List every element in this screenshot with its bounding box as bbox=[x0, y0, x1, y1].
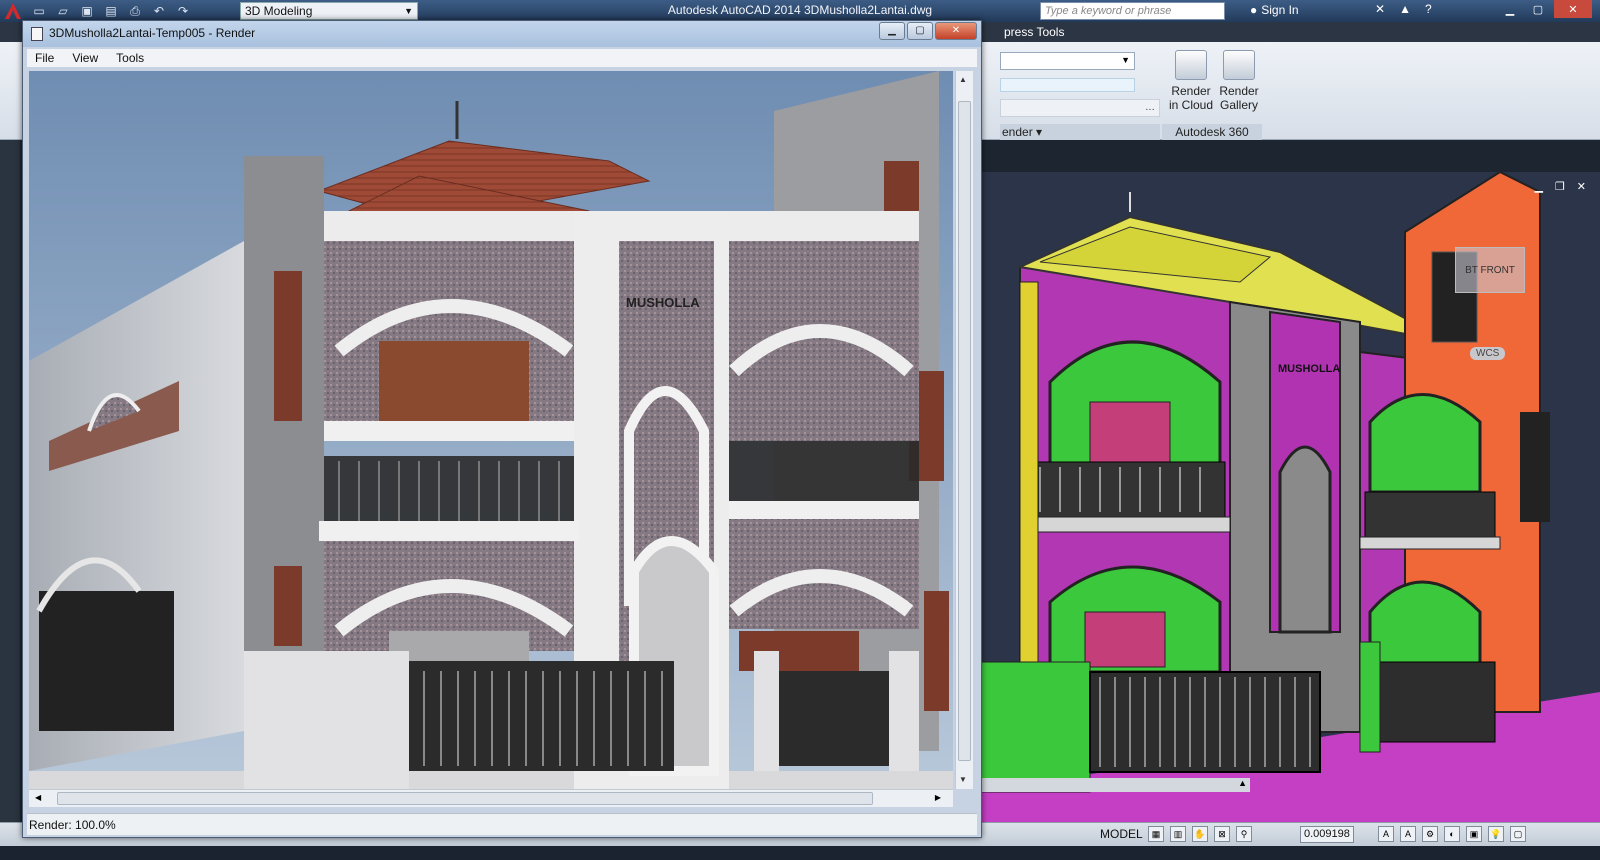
viewport-scroll-widget[interactable]: ▲ bbox=[980, 778, 1250, 792]
chevron-down-icon: ▼ bbox=[404, 6, 413, 16]
viewport-sign-text: MUSHOLLA bbox=[1278, 363, 1340, 375]
render-in-cloud-label: Render in Cloud bbox=[1168, 84, 1214, 112]
horizontal-scroll-thumb[interactable] bbox=[57, 792, 873, 805]
scroll-left-icon[interactable]: ◀ bbox=[35, 793, 41, 802]
render-progress-text: Render: 100.0% bbox=[29, 818, 116, 832]
render-window[interactable]: 3DMusholla2Lantai-Temp005 - Render ▁ ▢ ✕… bbox=[22, 20, 982, 838]
lock-icon[interactable]: ⊠ bbox=[1214, 826, 1230, 842]
drawing-viewport[interactable]: MUSHOLLA ▁ ❐ ✕ BT FRONT WCS bbox=[980, 172, 1600, 822]
teapot-cloud-icon bbox=[1175, 50, 1207, 80]
left-edge bbox=[0, 140, 20, 830]
autocad-logo-icon[interactable] bbox=[4, 2, 22, 20]
workspace-value: 3D Modeling bbox=[245, 4, 313, 18]
clean-screen-icon[interactable]: ▢ bbox=[1510, 826, 1526, 842]
sign-in-button[interactable]: ● Sign In bbox=[1250, 3, 1299, 17]
browse-icon[interactable]: … bbox=[1145, 102, 1155, 113]
render-preset-select[interactable]: ▼ bbox=[1000, 52, 1135, 70]
annotation-icon[interactable]: ⚲ bbox=[1236, 826, 1252, 842]
open-file-icon[interactable]: ▱ bbox=[54, 2, 72, 20]
viewcube-face-label: FRONT bbox=[1480, 265, 1515, 276]
save-icon[interactable]: ▣ bbox=[78, 2, 96, 20]
render-gallery-label: Render Gallery bbox=[1219, 84, 1259, 112]
close-icon[interactable]: ✕ bbox=[1577, 180, 1586, 193]
menu-view[interactable]: View bbox=[72, 49, 98, 67]
isolate-objects-icon[interactable]: 💡 bbox=[1488, 826, 1504, 842]
user-icon: ● bbox=[1250, 3, 1258, 17]
annotation-scale-display[interactable]: 0.009198 bbox=[1300, 826, 1354, 843]
render-panel-label: ender bbox=[1002, 125, 1033, 139]
chevron-down-icon: ▾ bbox=[1036, 125, 1043, 139]
workspace-select[interactable]: 3D Modeling ▼ bbox=[240, 2, 418, 20]
app-window-controls: ▁ ▢ ✕ bbox=[1498, 0, 1592, 18]
restore-icon[interactable]: ❐ bbox=[1555, 180, 1565, 193]
render-window-status-bar: Render: 100.0% bbox=[27, 813, 977, 835]
minimize-icon[interactable]: ▁ bbox=[1498, 0, 1522, 18]
redo-icon[interactable]: ↷ bbox=[174, 2, 192, 20]
save-as-icon[interactable]: ▤ bbox=[102, 2, 120, 20]
quick-access-toolbar: ▭ ▱ ▣ ▤ ⎙ ↶ ↷ bbox=[30, 2, 192, 20]
vertical-scroll-thumb[interactable] bbox=[958, 101, 971, 761]
menu-tools[interactable]: Tools bbox=[116, 49, 144, 67]
render-gallery-button[interactable]: Render Gallery bbox=[1213, 50, 1265, 112]
horizontal-scrollbar[interactable]: ◀ ▶ bbox=[29, 789, 953, 807]
toolbar-lock-icon[interactable]: ◐ bbox=[1444, 826, 1460, 842]
chevron-up-icon: ▲ bbox=[1238, 778, 1247, 788]
annotation-visibility-icon[interactable]: A bbox=[1378, 826, 1394, 842]
help-icon[interactable]: ? bbox=[1425, 2, 1432, 16]
rendered-image: MUSHOLLA bbox=[29, 71, 953, 789]
document-icon bbox=[31, 27, 43, 41]
render-window-controls: ▁ ▢ ✕ bbox=[879, 22, 977, 40]
desktop-edge bbox=[0, 846, 1600, 860]
new-file-icon[interactable]: ▭ bbox=[30, 2, 48, 20]
render-panel-title[interactable]: ender ▾ bbox=[1000, 124, 1160, 140]
render-in-cloud-button[interactable]: Render in Cloud bbox=[1165, 50, 1217, 112]
close-icon[interactable]: ✕ bbox=[1554, 0, 1592, 18]
app-title-bar: ▭ ▱ ▣ ▤ ⎙ ↶ ↷ 3D Modeling ▼ Autodesk Aut… bbox=[0, 0, 1600, 22]
sign-in-label: Sign In bbox=[1261, 3, 1299, 17]
scroll-down-icon[interactable]: ▼ bbox=[959, 775, 967, 784]
minimize-icon[interactable]: ▁ bbox=[879, 22, 905, 40]
viewport-controls: ▁ ❐ ✕ bbox=[1534, 180, 1586, 193]
undo-icon[interactable]: ↶ bbox=[150, 2, 168, 20]
tab-express-tools[interactable]: press Tools bbox=[1004, 25, 1064, 39]
maximize-icon[interactable]: ▢ bbox=[907, 22, 933, 40]
chevron-down-icon: ▼ bbox=[1121, 55, 1130, 65]
autodesk-360-panel-title: Autodesk 360 bbox=[1162, 124, 1262, 140]
print-icon[interactable]: ⎙ bbox=[126, 2, 144, 20]
rendered-building: MUSHOLLA bbox=[29, 71, 953, 789]
minimize-icon[interactable]: ▁ bbox=[1534, 180, 1542, 193]
render-window-menu-bar: File View Tools bbox=[27, 49, 977, 67]
wcs-menu[interactable]: WCS bbox=[1470, 347, 1506, 360]
menu-file[interactable]: File bbox=[35, 49, 54, 67]
status-tray: A A ⚙ ◐ ▣ 💡 ▢ bbox=[1378, 826, 1526, 842]
render-output-path-field[interactable]: … bbox=[1000, 99, 1160, 117]
render-window-title: 3DMusholla2Lantai-Temp005 - Render bbox=[49, 26, 256, 40]
viewcube[interactable]: BT FRONT bbox=[1455, 247, 1525, 293]
autodesk-360-icon[interactable]: ▲ bbox=[1399, 2, 1411, 16]
viewcube-side-label: BT bbox=[1465, 265, 1478, 276]
auto-scale-icon[interactable]: A bbox=[1400, 826, 1416, 842]
scroll-up-icon[interactable]: ▲ bbox=[959, 75, 967, 84]
vertical-scrollbar[interactable]: ▲ ▼ bbox=[955, 71, 973, 789]
render-output-field[interactable] bbox=[1000, 78, 1135, 92]
musholla-sign: MUSHOLLA bbox=[626, 295, 700, 310]
layout-toggles: ▦ ▥ ✋ ⊠ ⚲ bbox=[1148, 826, 1252, 842]
gallery-icon bbox=[1223, 50, 1255, 80]
exchange-icon[interactable]: ✕ bbox=[1375, 2, 1385, 16]
render-window-title-bar[interactable]: 3DMusholla2Lantai-Temp005 - Render ▁ ▢ ✕ bbox=[23, 21, 981, 47]
help-search-input[interactable]: Type a keyword or phrase bbox=[1040, 2, 1225, 20]
maximize-icon[interactable]: ▢ bbox=[1526, 0, 1550, 18]
workspace-switch-icon[interactable]: ⚙ bbox=[1422, 826, 1438, 842]
quick-view-layouts-icon[interactable]: ▦ bbox=[1148, 826, 1164, 842]
pan-icon[interactable]: ✋ bbox=[1192, 826, 1208, 842]
scroll-right-icon[interactable]: ▶ bbox=[935, 793, 941, 802]
quick-view-drawings-icon[interactable]: ▥ bbox=[1170, 826, 1186, 842]
hardware-acceleration-icon[interactable]: ▣ bbox=[1466, 826, 1482, 842]
model-space-toggle[interactable]: MODEL bbox=[1100, 827, 1143, 841]
title-bar-tools: ✕ ▲ ? bbox=[1375, 2, 1432, 16]
close-icon[interactable]: ✕ bbox=[935, 22, 977, 40]
